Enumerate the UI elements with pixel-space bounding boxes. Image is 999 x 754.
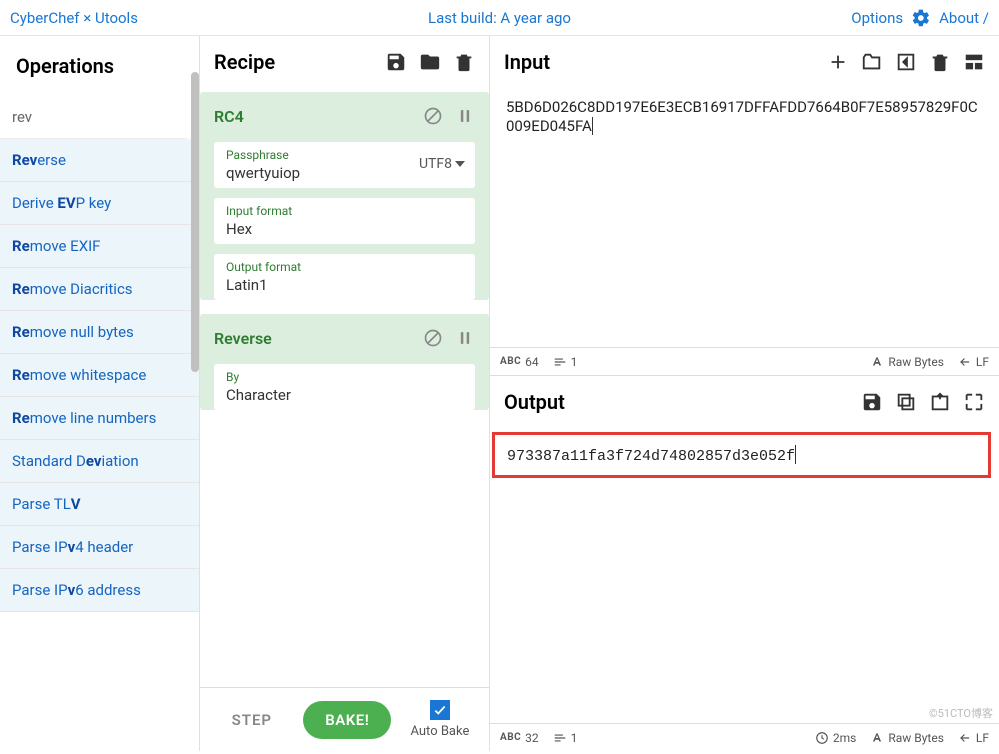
build-info: Last build: A year ago <box>428 9 571 27</box>
op-item-derive-evp[interactable]: Derive EVP key <box>0 182 199 225</box>
rc4-input-format-arg[interactable]: Input format Hex <box>214 198 475 244</box>
eol-dropdown[interactable]: LF <box>958 355 989 369</box>
open-file-icon[interactable] <box>895 51 917 73</box>
rc4-passphrase-arg[interactable]: Passphrase qwertyuiop UTF8 <box>214 142 475 188</box>
passphrase-encoding-dropdown[interactable]: UTF8 <box>419 156 465 172</box>
rc4-title: RC4 <box>214 107 423 126</box>
open-folder-icon[interactable] <box>861 51 883 73</box>
op-item-parse-tlv[interactable]: Parse TLV <box>0 483 199 526</box>
copy-icon[interactable] <box>895 391 917 413</box>
disable-icon[interactable] <box>423 106 443 126</box>
clock-icon <box>815 731 829 745</box>
by-value: Character <box>226 386 463 404</box>
operations-list[interactable]: Reverse Derive EVP key Remove EXIF Remov… <box>0 139 199 754</box>
folder-icon[interactable] <box>419 51 441 73</box>
input-textarea[interactable]: 5BD6D026C8DD197E6E3ECB16917DFFAFDD7664B0… <box>490 88 999 347</box>
op-item-reverse[interactable]: Reverse <box>0 139 199 182</box>
gear-icon[interactable] <box>911 8 931 28</box>
trash-icon[interactable] <box>453 51 475 73</box>
autobake-checkbox[interactable] <box>430 700 450 720</box>
eol-dropdown[interactable]: LF <box>958 731 989 745</box>
output-format-label: Output format <box>226 260 463 274</box>
pause-icon[interactable] <box>455 328 475 348</box>
search-input[interactable] <box>0 96 187 139</box>
op-item-remove-whitespace[interactable]: Remove whitespace <box>0 354 199 397</box>
step-button[interactable]: STEP <box>220 701 284 739</box>
recipe-op-rc4[interactable]: RC4 Passphrase qwertyuiop UTF8 Input fo <box>200 92 489 300</box>
output-status-bar: ABC32 1 2ms Raw Bytes LF <box>490 723 999 751</box>
recipe-panel: Recipe RC4 Passphrase qwertyu <box>200 36 490 751</box>
text-icon <box>870 731 884 745</box>
operations-scrollbar[interactable] <box>191 72 199 372</box>
lines-icon <box>553 731 567 745</box>
op-item-parse-ipv4[interactable]: Parse IPv4 header <box>0 526 199 569</box>
op-item-parse-ipv6[interactable]: Parse IPv6 address <box>0 569 199 612</box>
input-panel: Input 5BD6D026C8DD197E6E3ECB16917DFFAFDD… <box>490 36 999 376</box>
reverse-by-arg[interactable]: By Character <box>214 364 475 410</box>
app-title[interactable]: CyberChef × Utools <box>10 9 138 27</box>
op-item-standard-deviation[interactable]: Standard Deviation <box>0 440 199 483</box>
maximize-icon[interactable] <box>963 391 985 413</box>
case-dropdown[interactable]: Raw Bytes <box>870 731 944 745</box>
disable-icon[interactable] <box>423 328 443 348</box>
bake-button[interactable]: BAKE! <box>303 701 391 739</box>
input-format-value: Hex <box>226 220 463 238</box>
output-format-value: Latin1 <box>226 276 463 294</box>
clear-input-icon[interactable] <box>929 51 951 73</box>
arrow-left-icon <box>958 355 972 369</box>
output-panel: Output 973387a11fa3f724d74802857d3e052f … <box>490 376 999 751</box>
case-dropdown[interactable]: Raw Bytes <box>870 355 944 369</box>
op-item-remove-line-numbers[interactable]: Remove line numbers <box>0 397 199 440</box>
replace-input-icon[interactable] <box>929 391 951 413</box>
arrow-left-icon <box>958 731 972 745</box>
pause-icon[interactable] <box>455 106 475 126</box>
recipe-op-reverse[interactable]: Reverse By Character <box>200 314 489 410</box>
output-highlight-box: 973387a11fa3f724d74802857d3e052f <box>492 432 991 478</box>
options-link[interactable]: Options <box>851 9 903 27</box>
lines-icon <box>553 355 567 369</box>
autobake-label: Auto Bake <box>410 724 469 739</box>
by-label: By <box>226 370 463 384</box>
save-output-icon[interactable] <box>861 391 883 413</box>
check-icon <box>433 703 447 717</box>
input-title: Input <box>504 50 827 74</box>
recipe-title: Recipe <box>214 50 385 74</box>
reset-layout-icon[interactable] <box>963 51 985 73</box>
operations-title: Operations <box>0 36 199 96</box>
header-bar: CyberChef × Utools Last build: A year ag… <box>0 0 999 36</box>
output-text[interactable]: 973387a11fa3f724d74802857d3e052f <box>507 448 795 465</box>
operations-panel: Operations Reverse Derive EVP key Remove… <box>0 36 200 751</box>
reverse-title: Reverse <box>214 329 423 348</box>
op-item-remove-exif[interactable]: Remove EXIF <box>0 225 199 268</box>
save-icon[interactable] <box>385 51 407 73</box>
op-item-remove-diacritics[interactable]: Remove Diacritics <box>0 268 199 311</box>
watermark: ©51CTO博客 <box>929 705 993 721</box>
input-status-bar: ABC64 1 Raw Bytes LF <box>490 347 999 375</box>
rc4-output-format-arg[interactable]: Output format Latin1 <box>214 254 475 300</box>
input-format-label: Input format <box>226 204 463 218</box>
about-link[interactable]: About / <box>939 9 989 27</box>
add-tab-icon[interactable] <box>827 51 849 73</box>
output-title: Output <box>504 390 861 414</box>
caret-down-icon <box>455 159 465 169</box>
op-item-remove-null-bytes[interactable]: Remove null bytes <box>0 311 199 354</box>
text-icon <box>870 355 884 369</box>
